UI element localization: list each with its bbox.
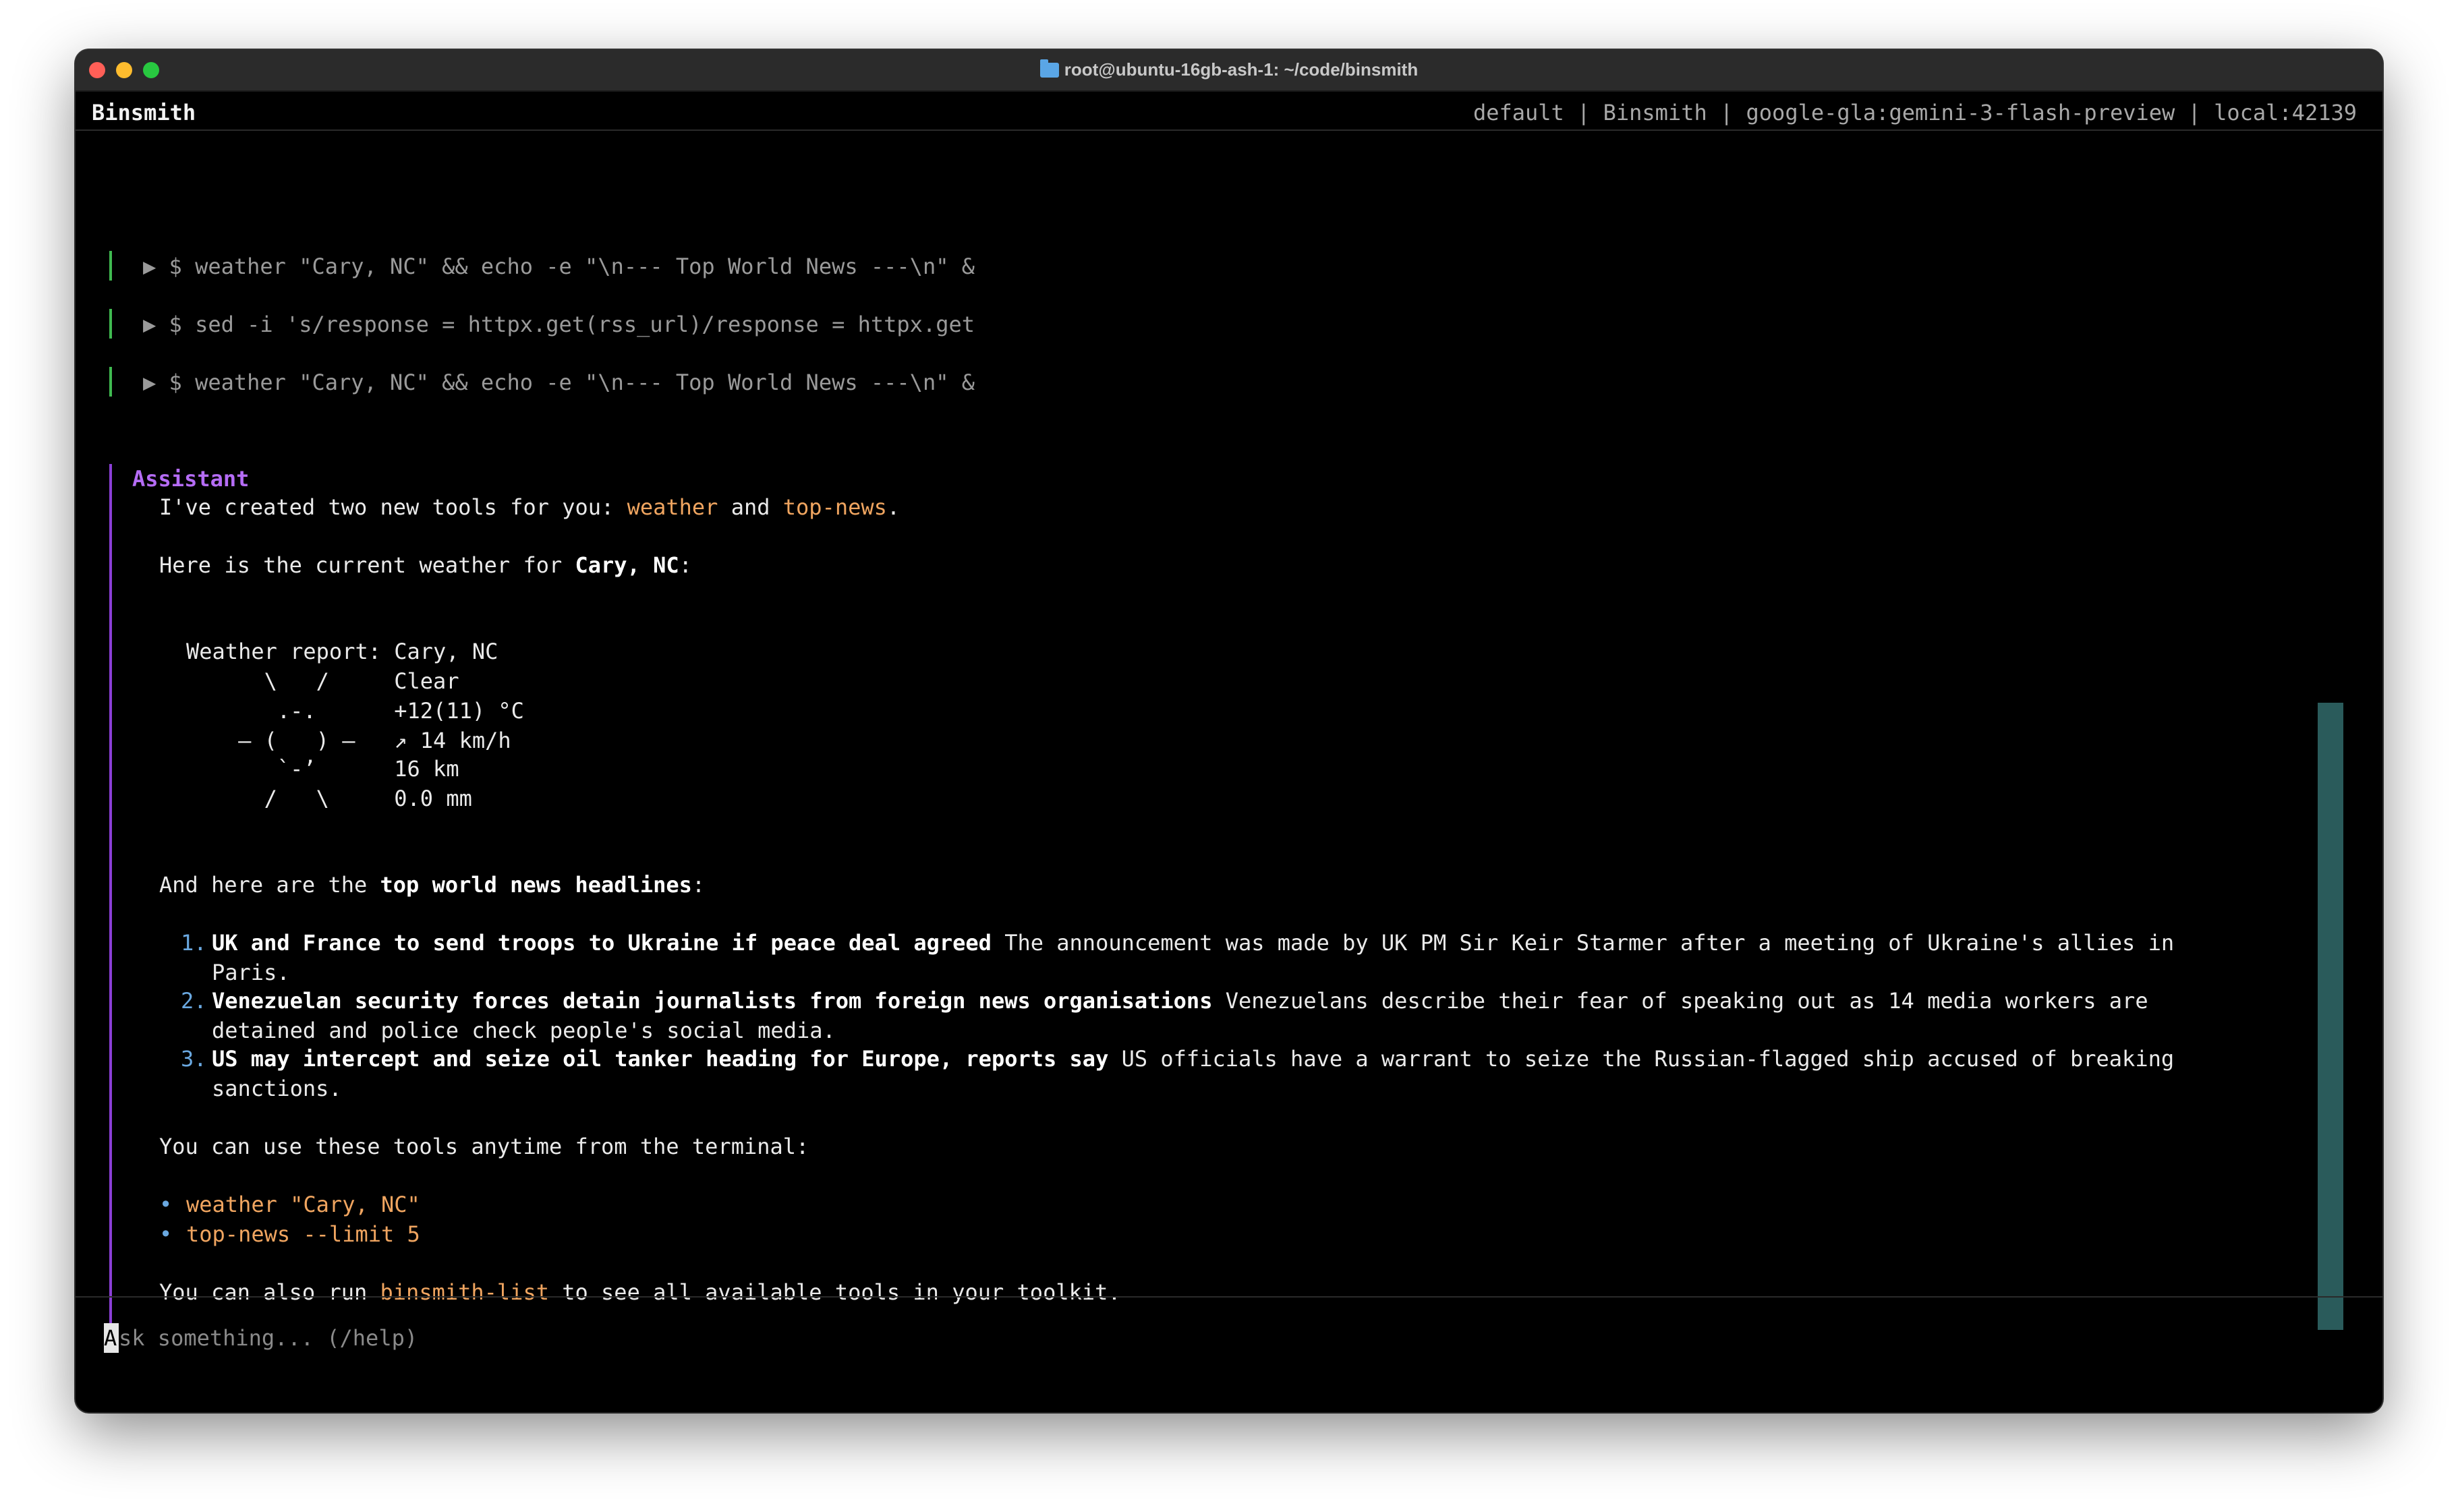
tool-call-row[interactable]: ▶ $ sed -i 's/response = httpx.get(rss_u… xyxy=(109,309,975,339)
list-number: 3. xyxy=(181,1046,207,1072)
weather-intro-suffix: : xyxy=(679,552,692,578)
tool-call-indicator xyxy=(109,251,112,281)
tool-name-top-news: top-news xyxy=(782,494,887,520)
news-summary-continued: sanctions. xyxy=(212,1076,342,1101)
news-item: US may intercept and seize oil tanker he… xyxy=(212,1044,2174,1074)
app-name: Binsmith xyxy=(92,100,196,125)
scrollbar-thumb[interactable] xyxy=(2318,703,2343,1330)
weather-report-line: \ / Clear xyxy=(186,668,459,694)
terminal-window: root@ubuntu-16gb-ash-1: ~/code/binsmith … xyxy=(76,50,2382,1412)
news-summary: US officials have a warrant to seize the… xyxy=(1108,1046,2175,1072)
tool-call-row[interactable]: ▶ $ weather "Cary, NC" && echo -e "\n---… xyxy=(109,367,975,397)
tool-call-row[interactable]: ▶ $ weather "Cary, NC" && echo -e "\n---… xyxy=(109,251,975,281)
news-intro-line: And here are the top world news headline… xyxy=(159,870,705,900)
tool-call-command: ▶ $ weather "Cary, NC" && echo -e "\n---… xyxy=(143,254,975,279)
bullet: • xyxy=(159,1192,173,1217)
tool-call-indicator xyxy=(109,309,112,339)
weather-report-line: .-. +12(11) °C xyxy=(186,698,524,724)
usage-intro: You can use these tools anytime from the… xyxy=(159,1134,809,1159)
list-number: 2. xyxy=(181,988,207,1014)
weather-report-line: ― ( ) ― ↗ 14 km/h xyxy=(186,728,511,753)
news-summary: Venezuelans describe their fear of speak… xyxy=(1212,988,2148,1014)
prompt-input[interactable]: A sk something... (/help) xyxy=(76,1296,2382,1412)
news-item: UK and France to send troops to Ukraine … xyxy=(212,928,2174,958)
weather-intro-prefix: Here is the current weather for xyxy=(159,552,575,578)
intro-line: I've created two new tools for you: weat… xyxy=(159,492,900,522)
bullet: • xyxy=(159,1221,173,1247)
tool-call-command: ▶ $ sed -i 's/response = httpx.get(rss_u… xyxy=(143,312,975,337)
title-bar: root@ubuntu-16gb-ash-1: ~/code/binsmith xyxy=(76,50,2382,92)
window-title: root@ubuntu-16gb-ash-1: ~/code/binsmith xyxy=(1064,59,1419,80)
tool-name-weather: weather xyxy=(627,494,718,520)
folder-icon xyxy=(1039,59,1059,78)
tool-call-indicator xyxy=(109,367,112,397)
news-headline: US may intercept and seize oil tanker he… xyxy=(212,1046,1109,1072)
news-intro-highlight: top world news headlines xyxy=(380,872,692,898)
conversation-area: ▶ $ weather "Cary, NC" && echo -e "\n---… xyxy=(76,131,2382,1351)
news-headline: UK and France to send troops to Ukraine … xyxy=(212,930,992,956)
input-placeholder: sk something... (/help) xyxy=(119,1325,418,1351)
assistant-role-label: Assistant xyxy=(132,466,250,492)
usage-command: top-news --limit 5 xyxy=(186,1221,420,1247)
status-bar: default | Binsmith | google-gla:gemini-3… xyxy=(1473,100,2357,125)
usage-command: weather "Cary, NC" xyxy=(186,1192,420,1217)
text-cursor: A xyxy=(104,1323,119,1353)
news-intro-suffix: : xyxy=(691,872,706,898)
app-header: Binsmith default | Binsmith | google-gla… xyxy=(76,92,2382,131)
weather-intro-line: Here is the current weather for Cary, NC… xyxy=(159,550,692,580)
news-headline: Venezuelan security forces detain journa… xyxy=(212,988,1213,1014)
weather-report-line: Weather report: Cary, NC xyxy=(186,639,498,664)
news-item: Venezuelan security forces detain journa… xyxy=(212,986,2148,1016)
news-summary-continued: Paris. xyxy=(212,960,290,985)
intro-suffix: . xyxy=(886,494,901,520)
tool-call-command: ▶ $ weather "Cary, NC" && echo -e "\n---… xyxy=(143,370,975,395)
news-summary: The announcement was made by UK PM Sir K… xyxy=(991,930,2175,956)
weather-location: Cary, NC xyxy=(575,552,679,578)
news-summary-continued: detained and police check people's socia… xyxy=(212,1018,836,1043)
weather-report-line: / \ 0.0 mm xyxy=(186,786,472,811)
assistant-message: Assistant I've created two new tools for… xyxy=(109,464,2338,1335)
news-intro-prefix: And here are the xyxy=(159,872,380,898)
intro-middle: and xyxy=(718,494,783,520)
intro-prefix: I've created two new tools for you: xyxy=(159,494,627,520)
weather-report-line: `-’ 16 km xyxy=(186,756,459,782)
list-number: 1. xyxy=(181,930,207,956)
window-title-container: root@ubuntu-16gb-ash-1: ~/code/binsmith xyxy=(76,59,2382,80)
